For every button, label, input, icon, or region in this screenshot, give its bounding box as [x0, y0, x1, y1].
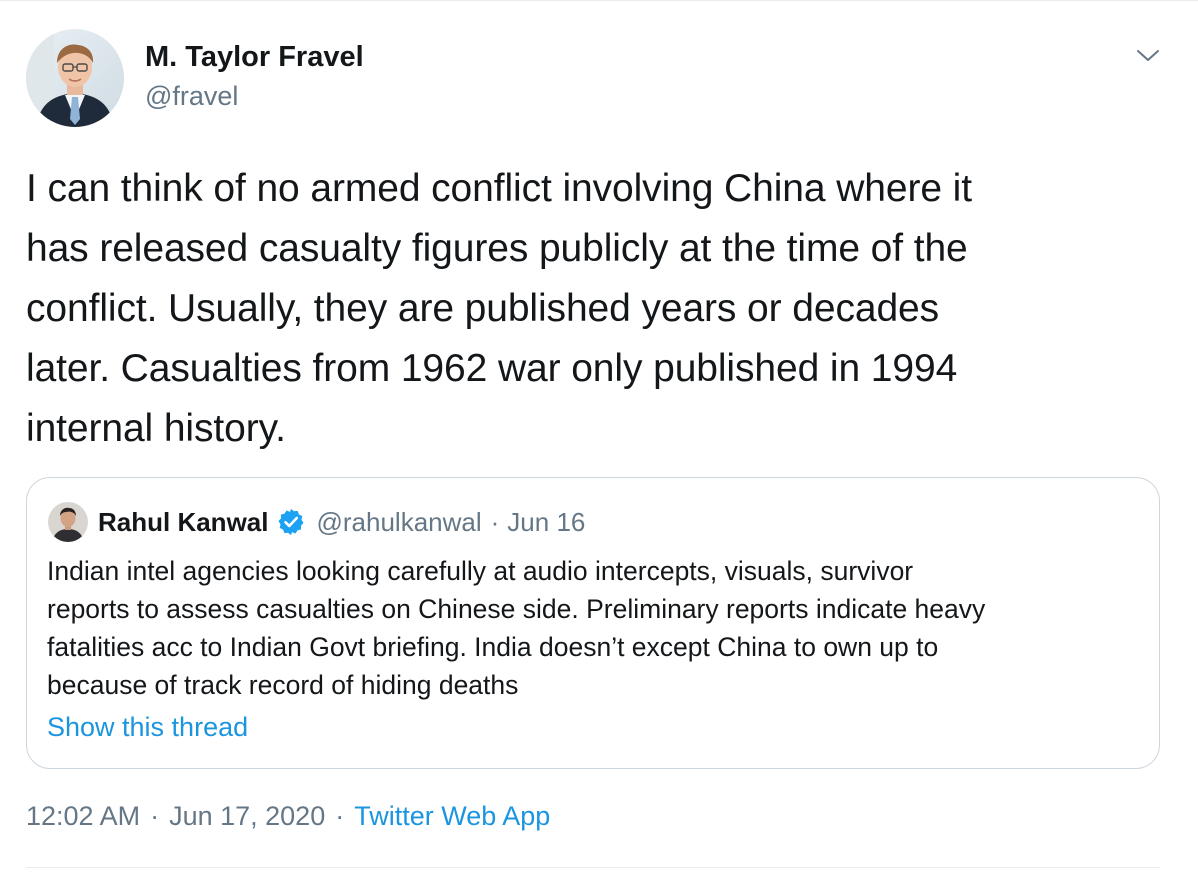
quoted-author-handle[interactable]: @rahulkanwal: [316, 507, 481, 538]
meta-separator: ·: [150, 801, 160, 831]
tweet-metadata: 12:02 AM · Jun 17, 2020 · Twitter Web Ap…: [26, 801, 550, 832]
author-name[interactable]: M. Taylor Fravel: [145, 41, 364, 74]
tweet-date[interactable]: Jun 17, 2020: [169, 801, 325, 832]
quoted-tweet-header: Rahul Kanwal @rahulkanwal · Jun 16: [98, 504, 585, 540]
quoted-tweet-date[interactable]: Jun 16: [507, 507, 585, 538]
quoted-author-name[interactable]: Rahul Kanwal: [98, 507, 268, 538]
tweet-text: I can think of no armed conflict involvi…: [26, 167, 972, 450]
tweet-time[interactable]: 12:02 AM: [26, 801, 140, 832]
tweet-card: M. Taylor Fravel @fravel I can think of …: [0, 0, 1198, 876]
quoted-tweet-text: Indian intel agencies looking carefully …: [47, 556, 986, 700]
verified-badge-icon: [276, 507, 306, 537]
chevron-down-icon[interactable]: [1133, 41, 1163, 71]
tweet-source-link[interactable]: Twitter Web App: [354, 801, 550, 832]
meta-separator: ·: [335, 801, 345, 831]
show-thread-link[interactable]: Show this thread: [47, 712, 248, 743]
quoted-separator: ·: [490, 506, 500, 537]
divider: [26, 867, 1160, 868]
quoted-tweet-card[interactable]: Rahul Kanwal @rahulkanwal · Jun 16 India…: [26, 477, 1160, 769]
quoted-author-avatar[interactable]: [48, 502, 88, 542]
author-handle[interactable]: @fravel: [145, 81, 238, 112]
author-avatar[interactable]: [26, 29, 124, 127]
